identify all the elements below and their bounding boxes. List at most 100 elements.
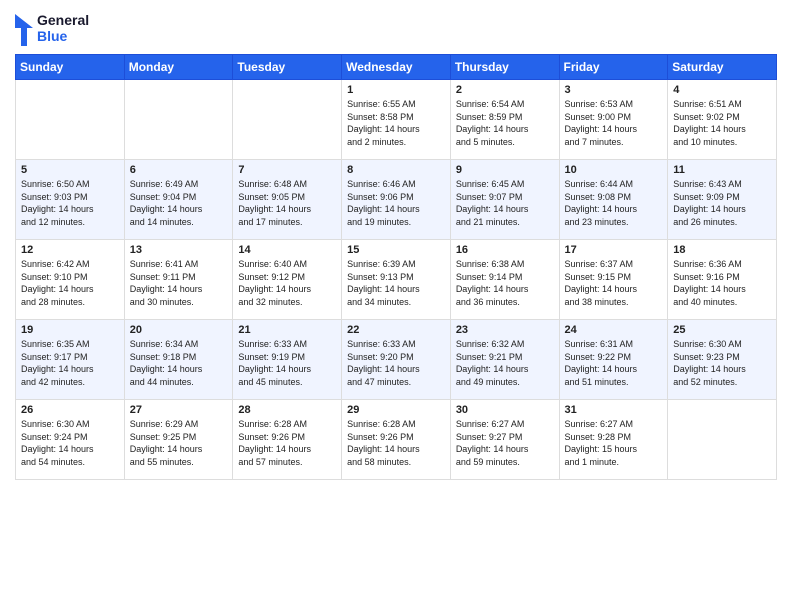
calendar-cell	[16, 80, 125, 160]
day-info: Sunrise: 6:43 AM Sunset: 9:09 PM Dayligh…	[673, 178, 771, 228]
calendar-cell: 3Sunrise: 6:53 AM Sunset: 9:00 PM Daylig…	[559, 80, 668, 160]
calendar-day-header: Tuesday	[233, 55, 342, 80]
page-header: General Blue	[15, 10, 777, 46]
day-info: Sunrise: 6:28 AM Sunset: 9:26 PM Dayligh…	[347, 418, 445, 468]
calendar-cell	[668, 400, 777, 480]
day-info: Sunrise: 6:49 AM Sunset: 9:04 PM Dayligh…	[130, 178, 228, 228]
calendar-cell: 2 Sunrise: 6:54 AM Sunset: 8:59 PM Daylig…	[450, 80, 559, 160]
calendar-cell: 14 Sunrise: 6:40 AM Sunset: 9:12 PM Dayli…	[233, 240, 342, 320]
day-number: 14	[238, 244, 336, 256]
day-info: Sunrise: 6:42 AM Sunset: 9:10 PM Dayligh…	[21, 258, 119, 308]
day-info: Sunrise: 6:34 AM Sunset: 9:18 PM Dayligh…	[130, 338, 228, 388]
day-info: Sunrise: 6:27 AM Sunset: 9:27 PM Dayligh…	[456, 418, 554, 468]
logo-blue-text: Blue	[37, 28, 89, 44]
logo-triangle-icon	[15, 10, 35, 46]
calendar-header-row: SundayMondayTuesdayWednesdayThursdayFrid…	[16, 55, 777, 80]
calendar-cell: 29 Sunrise: 6:28 AM Sunset: 9:26 PM Dayli…	[342, 400, 451, 480]
calendar-cell: 25 Sunrise: 6:30 AM Sunset: 9:23 PM Dayli…	[668, 320, 777, 400]
day-number: 19	[21, 324, 119, 336]
day-info: Sunrise: 6:30 AM Sunset: 9:24 PM Dayligh…	[21, 418, 119, 468]
day-number: 12	[21, 244, 119, 256]
calendar-cell: 9Sunrise: 6:45 AM Sunset: 9:07 PM Daylig…	[450, 160, 559, 240]
calendar-cell: 12 Sunrise: 6:42 AM Sunset: 9:10 PM Dayli…	[16, 240, 125, 320]
day-number: 2	[456, 84, 554, 96]
calendar-cell: 11 Sunrise: 6:43 AM Sunset: 9:09 PM Dayli…	[668, 160, 777, 240]
calendar-cell: 10 Sunrise: 6:44 AM Sunset: 9:08 PM Dayli…	[559, 160, 668, 240]
page-container: General Blue SundayMondayTuesdayWednesda…	[0, 0, 792, 490]
calendar-cell: 30Sunrise: 6:27 AM Sunset: 9:27 PM Dayli…	[450, 400, 559, 480]
calendar-cell: 5 Sunrise: 6:50 AM Sunset: 9:03 PM Daylig…	[16, 160, 125, 240]
day-info: Sunrise: 6:36 AM Sunset: 9:16 PM Dayligh…	[673, 258, 771, 308]
day-number: 20	[130, 324, 228, 336]
day-number: 24	[565, 324, 663, 336]
day-info: Sunrise: 6:50 AM Sunset: 9:03 PM Dayligh…	[21, 178, 119, 228]
day-number: 13	[130, 244, 228, 256]
calendar-table: SundayMondayTuesdayWednesdayThursdayFrid…	[15, 54, 777, 480]
calendar-day-header: Monday	[124, 55, 233, 80]
calendar-cell: 23 Sunrise: 6:32 AM Sunset: 9:21 PM Dayli…	[450, 320, 559, 400]
day-info: Sunrise: 6:44 AM Sunset: 9:08 PM Dayligh…	[565, 178, 663, 228]
day-number: 26	[21, 404, 119, 416]
logo-general-text: General	[37, 12, 89, 28]
calendar-week-row: 5 Sunrise: 6:50 AM Sunset: 9:03 PM Daylig…	[16, 160, 777, 240]
logo: General Blue	[15, 10, 89, 46]
calendar-cell: 8Sunrise: 6:46 AM Sunset: 9:06 PM Daylig…	[342, 160, 451, 240]
day-number: 10	[565, 164, 663, 176]
day-info: Sunrise: 6:54 AM Sunset: 8:59 PM Dayligh…	[456, 98, 554, 148]
calendar-day-header: Thursday	[450, 55, 559, 80]
calendar-week-row: 12 Sunrise: 6:42 AM Sunset: 9:10 PM Dayli…	[16, 240, 777, 320]
day-info: Sunrise: 6:39 AM Sunset: 9:13 PM Dayligh…	[347, 258, 445, 308]
calendar-cell	[233, 80, 342, 160]
day-number: 15	[347, 244, 445, 256]
calendar-cell: 24Sunrise: 6:31 AM Sunset: 9:22 PM Dayli…	[559, 320, 668, 400]
calendar-cell: 7Sunrise: 6:48 AM Sunset: 9:05 PM Daylig…	[233, 160, 342, 240]
day-info: Sunrise: 6:33 AM Sunset: 9:19 PM Dayligh…	[238, 338, 336, 388]
day-info: Sunrise: 6:35 AM Sunset: 9:17 PM Dayligh…	[21, 338, 119, 388]
calendar-cell: 18Sunrise: 6:36 AM Sunset: 9:16 PM Dayli…	[668, 240, 777, 320]
logo: General Blue	[15, 10, 89, 46]
day-number: 6	[130, 164, 228, 176]
calendar-cell: 27Sunrise: 6:29 AM Sunset: 9:25 PM Dayli…	[124, 400, 233, 480]
calendar-cell: 22Sunrise: 6:33 AM Sunset: 9:20 PM Dayli…	[342, 320, 451, 400]
day-info: Sunrise: 6:45 AM Sunset: 9:07 PM Dayligh…	[456, 178, 554, 228]
day-number: 21	[238, 324, 336, 336]
day-number: 4	[673, 84, 771, 96]
day-info: Sunrise: 6:28 AM Sunset: 9:26 PM Dayligh…	[238, 418, 336, 468]
day-info: Sunrise: 6:55 AM Sunset: 8:58 PM Dayligh…	[347, 98, 445, 148]
day-info: Sunrise: 6:48 AM Sunset: 9:05 PM Dayligh…	[238, 178, 336, 228]
day-number: 5	[21, 164, 119, 176]
day-info: Sunrise: 6:32 AM Sunset: 9:21 PM Dayligh…	[456, 338, 554, 388]
day-info: Sunrise: 6:38 AM Sunset: 9:14 PM Dayligh…	[456, 258, 554, 308]
calendar-cell: 1 Sunrise: 6:55 AM Sunset: 8:58 PM Daylig…	[342, 80, 451, 160]
day-info: Sunrise: 6:27 AM Sunset: 9:28 PM Dayligh…	[565, 418, 663, 468]
day-number: 16	[456, 244, 554, 256]
calendar-cell: 6 Sunrise: 6:49 AM Sunset: 9:04 PM Daylig…	[124, 160, 233, 240]
day-info: Sunrise: 6:51 AM Sunset: 9:02 PM Dayligh…	[673, 98, 771, 148]
day-number: 28	[238, 404, 336, 416]
day-info: Sunrise: 6:40 AM Sunset: 9:12 PM Dayligh…	[238, 258, 336, 308]
calendar-cell: 31 Sunrise: 6:27 AM Sunset: 9:28 PM Dayli…	[559, 400, 668, 480]
day-number: 1	[347, 84, 445, 96]
calendar-cell: 16 Sunrise: 6:38 AM Sunset: 9:14 PM Dayli…	[450, 240, 559, 320]
calendar-cell: 21 Sunrise: 6:33 AM Sunset: 9:19 PM Dayli…	[233, 320, 342, 400]
day-number: 31	[565, 404, 663, 416]
day-info: Sunrise: 6:29 AM Sunset: 9:25 PM Dayligh…	[130, 418, 228, 468]
calendar-day-header: Sunday	[16, 55, 125, 80]
day-number: 8	[347, 164, 445, 176]
day-number: 17	[565, 244, 663, 256]
calendar-week-row: 19 Sunrise: 6:35 AM Sunset: 9:17 PM Dayli…	[16, 320, 777, 400]
day-number: 3	[565, 84, 663, 96]
day-number: 23	[456, 324, 554, 336]
calendar-cell: 26 Sunrise: 6:30 AM Sunset: 9:24 PM Dayli…	[16, 400, 125, 480]
day-info: Sunrise: 6:30 AM Sunset: 9:23 PM Dayligh…	[673, 338, 771, 388]
calendar-day-header: Wednesday	[342, 55, 451, 80]
calendar-cell: 4 Sunrise: 6:51 AM Sunset: 9:02 PM Daylig…	[668, 80, 777, 160]
day-number: 22	[347, 324, 445, 336]
day-number: 25	[673, 324, 771, 336]
calendar-cell: 19 Sunrise: 6:35 AM Sunset: 9:17 PM Dayli…	[16, 320, 125, 400]
day-number: 11	[673, 164, 771, 176]
calendar-week-row: 26 Sunrise: 6:30 AM Sunset: 9:24 PM Dayli…	[16, 400, 777, 480]
day-number: 29	[347, 404, 445, 416]
calendar-cell: 17Sunrise: 6:37 AM Sunset: 9:15 PM Dayli…	[559, 240, 668, 320]
calendar-day-header: Friday	[559, 55, 668, 80]
